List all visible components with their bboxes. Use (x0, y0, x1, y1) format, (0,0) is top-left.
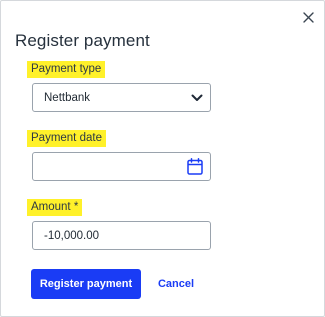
amount-label: Amount * (27, 199, 83, 216)
payment-date-label: Payment date (27, 130, 106, 147)
payment-date-input[interactable] (32, 152, 211, 181)
register-payment-dialog: Register payment Payment type Nettbank P… (0, 0, 325, 317)
amount-input[interactable]: -10,000.00 (32, 221, 211, 250)
dialog-title: Register payment (15, 31, 150, 50)
payment-type-label: Payment type (27, 61, 106, 78)
close-button[interactable] (301, 12, 315, 26)
amount-value: -10,000.00 (44, 229, 99, 242)
payment-type-value: Nettbank (44, 91, 91, 104)
register-payment-button[interactable]: Register payment (31, 269, 141, 299)
close-icon (302, 10, 314, 28)
payment-type-select[interactable]: Nettbank (32, 83, 211, 112)
cancel-button[interactable]: Cancel (151, 269, 201, 299)
chevron-down-icon (191, 94, 203, 102)
calendar-icon[interactable] (187, 158, 203, 175)
